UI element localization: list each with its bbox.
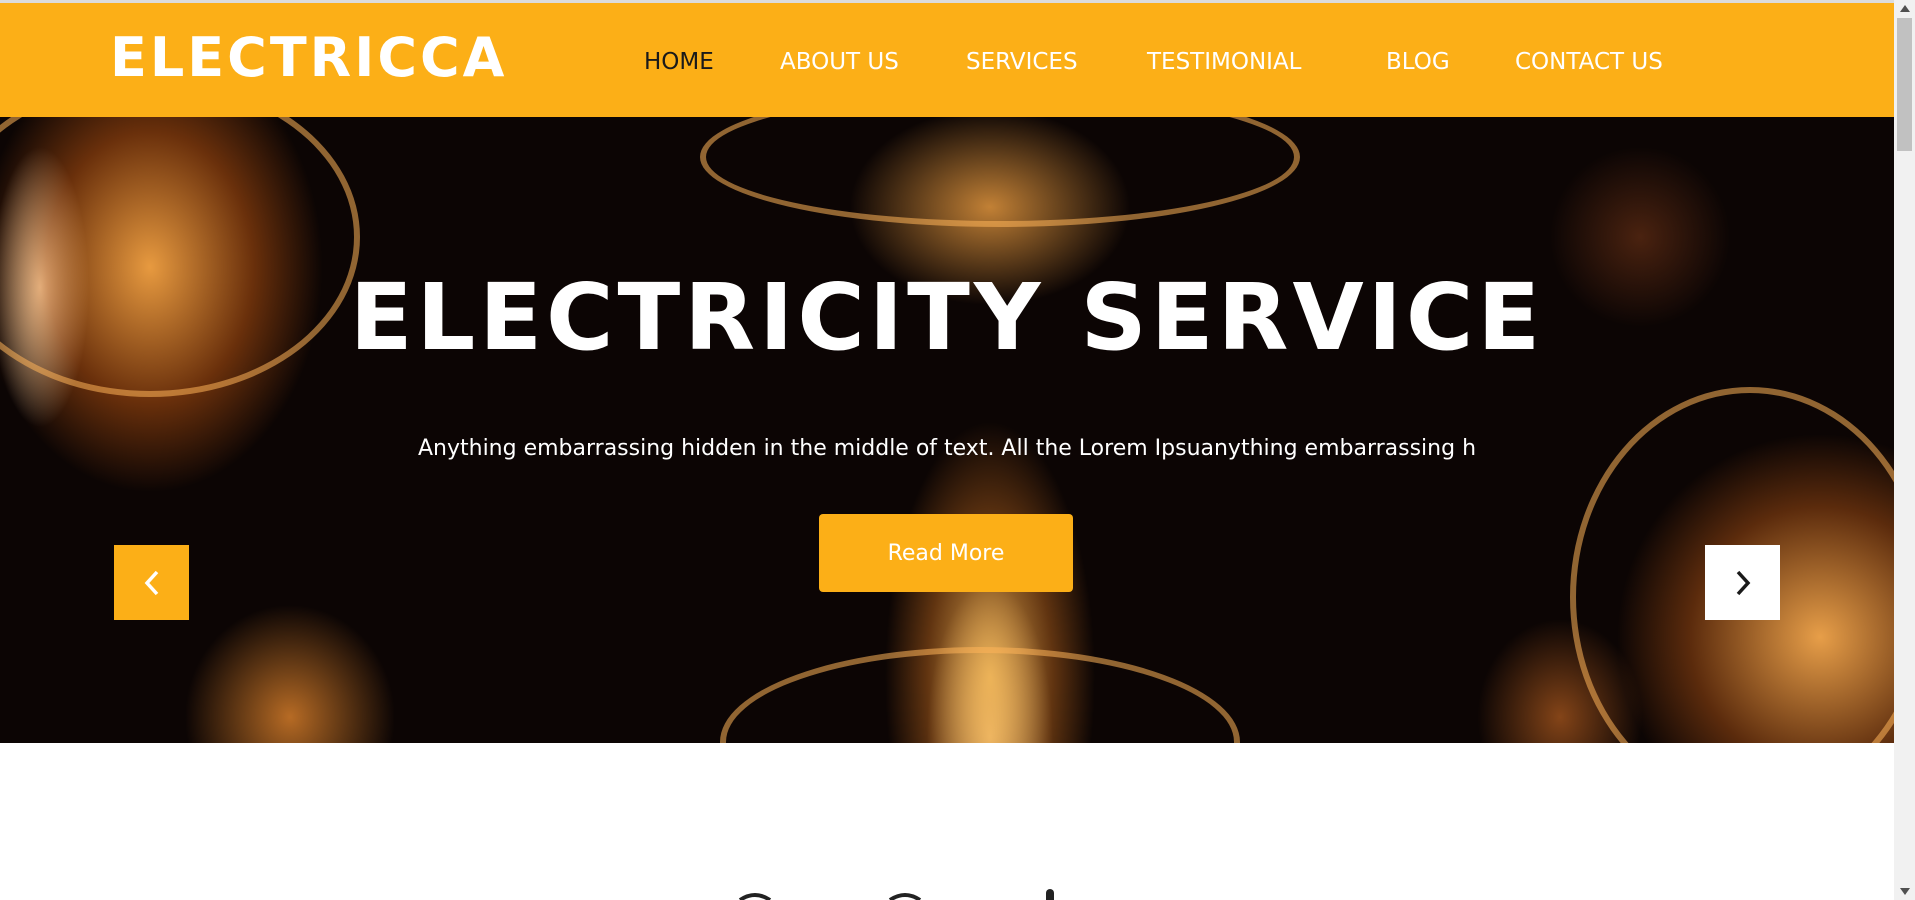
hero-description: Anything embarrassing hidden in the midd… xyxy=(417,436,1477,461)
hero-title: ELECTRICITY SERVICE xyxy=(349,264,1545,371)
nav-contact-us[interactable]: CONTACT US xyxy=(1515,47,1663,77)
site-logo[interactable]: ELECTRICCA xyxy=(110,31,507,85)
nav-testimonial[interactable]: TESTIMONIAL xyxy=(1147,47,1302,77)
scroll-down-arrow-icon[interactable] xyxy=(1894,883,1915,900)
scroll-up-arrow-icon[interactable] xyxy=(1894,0,1915,17)
nav-home[interactable]: HOME xyxy=(644,47,714,77)
hero-slider: ELECTRICITY SERVICE Anything embarrassin… xyxy=(0,117,1894,743)
slider-next-button[interactable] xyxy=(1705,545,1780,620)
nav-blog[interactable]: BLOG xyxy=(1386,47,1450,77)
vertical-scrollbar[interactable] xyxy=(1894,0,1915,900)
site-header: ELECTRICCA HOME ABOUT US SERVICES TESTIM… xyxy=(0,3,1894,117)
section-heading-cutoff xyxy=(730,884,1090,900)
bulb-glass-decoration xyxy=(720,647,1240,743)
nav-services[interactable]: SERVICES xyxy=(966,47,1078,77)
chevron-right-icon xyxy=(1736,570,1750,595)
nav-about-us[interactable]: ABOUT US xyxy=(780,47,899,77)
slider-prev-button[interactable] xyxy=(114,545,189,620)
chevron-left-icon xyxy=(144,570,158,595)
bulb-glass-decoration xyxy=(700,117,1300,227)
scrollbar-thumb[interactable] xyxy=(1897,18,1912,151)
read-more-button[interactable]: Read More xyxy=(819,514,1073,592)
